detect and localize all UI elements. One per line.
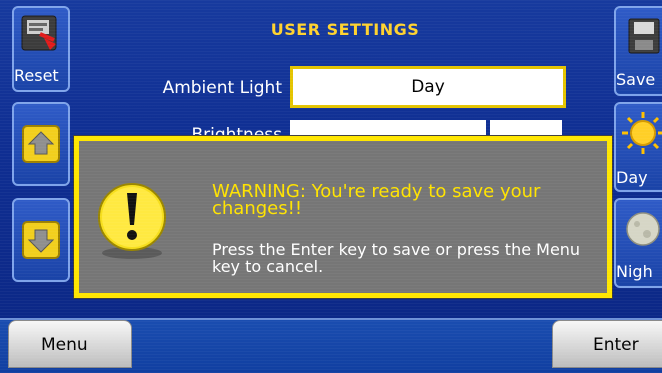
menu-button[interactable]: Menu bbox=[8, 320, 132, 368]
reset-label: Reset bbox=[14, 66, 59, 85]
warning-dialog: WARNING: You're ready to save your chang… bbox=[74, 136, 612, 298]
day-button[interactable]: Day bbox=[614, 102, 662, 192]
day-label: Day bbox=[616, 168, 648, 187]
warning-message: Press the Enter key to save or press the… bbox=[212, 240, 581, 276]
save-label: Save bbox=[616, 70, 656, 89]
enter-button[interactable]: Enter bbox=[552, 320, 662, 368]
arrow-up-icon bbox=[22, 125, 60, 163]
page-title: USER SETTINGS bbox=[270, 20, 420, 39]
up-button[interactable] bbox=[12, 102, 70, 186]
sun-icon bbox=[622, 112, 662, 154]
night-button[interactable]: Nigh bbox=[614, 198, 662, 288]
reset-icon bbox=[21, 15, 57, 51]
save-button[interactable]: Save bbox=[614, 6, 662, 96]
ambient-light-label: Ambient Light bbox=[162, 78, 282, 98]
settings-screen: USER SETTINGS Reset Save Day Nigh Ambien… bbox=[0, 0, 662, 373]
ambient-light-field[interactable]: Day bbox=[290, 66, 566, 108]
save-icon bbox=[628, 18, 660, 54]
reset-button[interactable]: Reset bbox=[12, 6, 70, 92]
arrow-down-icon bbox=[22, 221, 60, 259]
exclamation-icon bbox=[98, 183, 166, 259]
warning-title: WARNING: You're ready to save your chang… bbox=[212, 181, 541, 219]
down-button[interactable] bbox=[12, 198, 70, 282]
night-label: Nigh bbox=[616, 262, 653, 281]
moon-icon bbox=[626, 212, 660, 246]
